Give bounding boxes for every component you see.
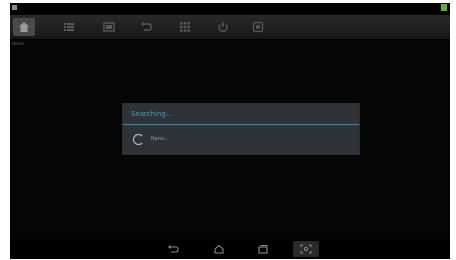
grid-icon[interactable] [175, 18, 195, 36]
notification-icon [12, 5, 17, 10]
dialog-message: Nano... [151, 136, 169, 142]
settings-icon[interactable] [248, 18, 268, 36]
home-icon[interactable] [13, 18, 35, 36]
top-toolbar [10, 15, 450, 40]
list-icon[interactable] [59, 18, 79, 36]
navigation-bar [10, 239, 450, 259]
screenshot-icon[interactable] [293, 241, 319, 257]
loading-spinner-icon [133, 134, 144, 145]
searching-dialog: Searching... Nano... [122, 103, 360, 155]
home-icon[interactable] [206, 241, 232, 257]
back-icon[interactable] [160, 241, 186, 257]
back-arrow-icon[interactable] [136, 18, 156, 36]
status-bar [10, 3, 450, 13]
dialog-title: Searching... [131, 110, 173, 118]
power-icon[interactable] [213, 18, 233, 36]
recent-apps-icon[interactable] [250, 241, 276, 257]
window-icon[interactable] [99, 18, 119, 36]
dialog-divider [123, 124, 359, 125]
toolbar-home-label: Home [12, 41, 24, 46]
device-screen: Home Searching... Nano... [10, 3, 450, 259]
battery-icon [441, 4, 447, 11]
